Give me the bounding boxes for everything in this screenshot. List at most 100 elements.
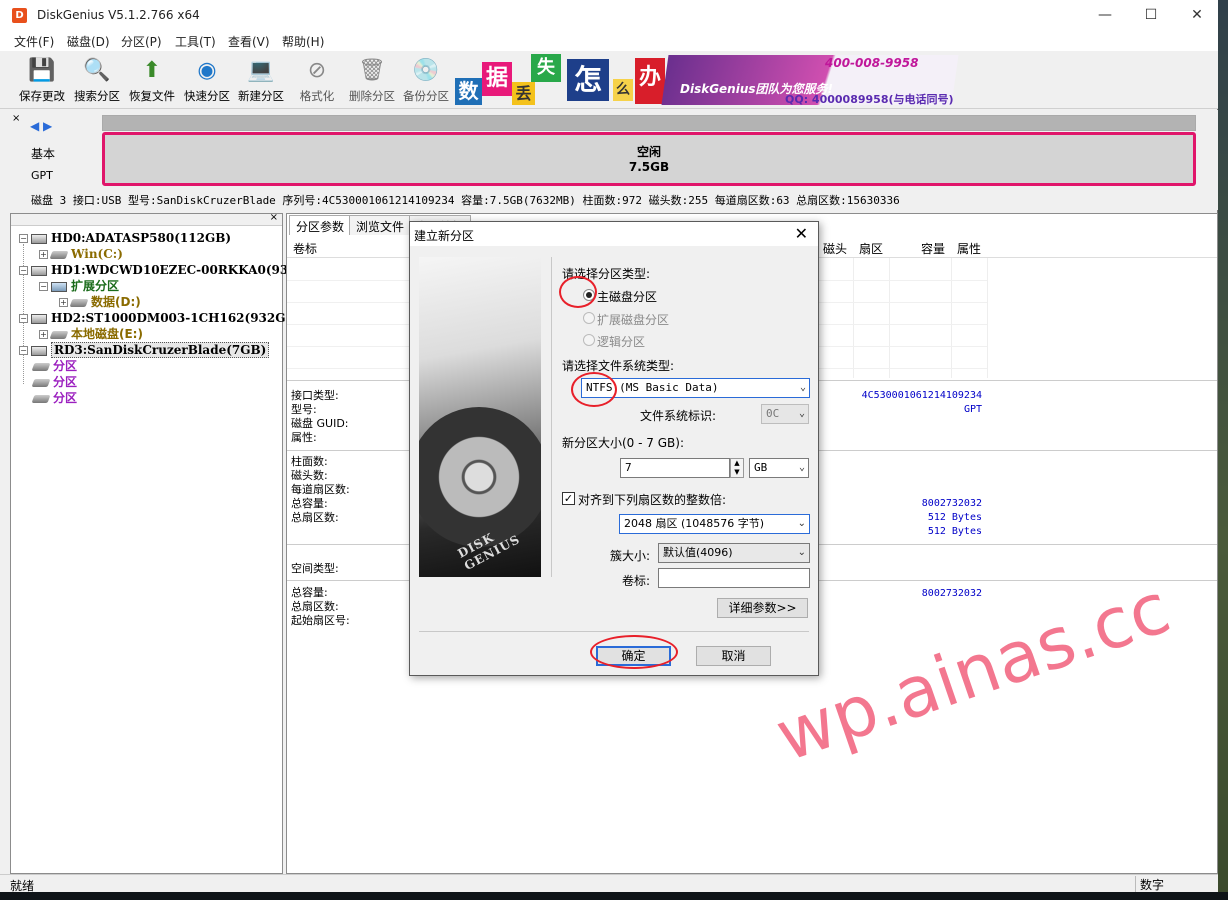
new-partition-laptop-icon: 💻 xyxy=(247,58,275,83)
tab-partition-params[interactable]: 分区参数 xyxy=(289,215,352,235)
partition-icon xyxy=(31,378,51,387)
grid-line xyxy=(987,258,988,378)
extended-partition-label[interactable]: 扩展磁盘分区 xyxy=(597,311,669,328)
tree-node-win-c[interactable]: + Win(C:) xyxy=(39,246,123,262)
save-changes-button[interactable]: 💾 保存更改 xyxy=(15,57,69,109)
removable-disk-icon xyxy=(31,345,47,356)
tree-node-hd2[interactable]: − HD2:ST1000DM003-1CH162(932GB) xyxy=(19,310,301,326)
align-checkbox[interactable]: ✓ xyxy=(562,492,575,505)
grid-line xyxy=(853,258,854,378)
partition-size-label: 新分区大小(0 - 7 GB): xyxy=(562,436,684,450)
dialog-close-button[interactable]: ✕ xyxy=(795,224,808,243)
menu-tools[interactable]: 工具(T) xyxy=(175,33,216,50)
partition-size-spinner[interactable]: ▲ ▼ xyxy=(730,458,744,478)
close-button[interactable]: ✕ xyxy=(1174,0,1220,31)
tree-node-partition[interactable]: 分区 xyxy=(31,374,78,390)
tree-node-partition[interactable]: 分区 xyxy=(31,390,78,406)
collapse-icon[interactable]: − xyxy=(39,282,48,291)
minimize-button[interactable]: — xyxy=(1082,0,1128,31)
format-button[interactable]: ⊘ 格式化 xyxy=(290,57,344,109)
geometry-labels: 柱面数: 磁头数: 每道扇区数: 总容量: 总扇区数: xyxy=(291,455,350,524)
delete-partition-button[interactable]: 🗑 删除分区 xyxy=(345,57,399,109)
radio-logical-partition[interactable] xyxy=(583,334,595,346)
tree-node-hd1[interactable]: − HD1:WDCWD10EZEC-00RKKA0(932GB) xyxy=(19,262,323,278)
cluster-size-select[interactable]: 默认值(4096) ⌄ xyxy=(658,543,810,563)
free-space-label: 空闲 xyxy=(636,145,661,159)
tree-node-partition[interactable]: 分区 xyxy=(31,358,78,374)
chevron-down-icon: ⌄ xyxy=(799,382,806,393)
menu-partition[interactable]: 分区(P) xyxy=(121,33,162,50)
cancel-button[interactable]: 取消 xyxy=(696,646,771,666)
radio-extended-partition[interactable] xyxy=(583,312,595,324)
menu-file[interactable]: 文件(F) xyxy=(14,33,54,50)
menu-disk[interactable]: 磁盘(D) xyxy=(67,33,110,50)
cluster-size-label: 簇大小: xyxy=(610,549,651,563)
tree-close-icon[interactable]: × xyxy=(270,212,278,223)
disk-panel-close-icon[interactable]: × xyxy=(12,113,20,124)
menu-view[interactable]: 查看(V) xyxy=(228,33,270,50)
tree-node-label: 数据(D:) xyxy=(91,295,141,309)
tree-node-label: Win(C:) xyxy=(71,247,123,261)
disk-props-labels: 接口类型: 型号: 磁盘 GUID: 属性: xyxy=(291,389,349,444)
free-space-size: 7.5GB xyxy=(628,160,670,174)
collapse-icon[interactable]: − xyxy=(19,266,28,275)
align-label[interactable]: 对齐到下列扇区数的整数倍: xyxy=(578,491,726,508)
alignment-select[interactable]: 2048 扇区 (1048576 字节) ⌄ xyxy=(619,514,810,534)
desktop-background xyxy=(1218,0,1228,900)
size-unit-select[interactable]: GB ⌄ xyxy=(749,458,809,478)
chevron-down-icon: ⌄ xyxy=(797,518,806,529)
tree-node-extended[interactable]: − 扩展分区 xyxy=(39,278,119,294)
volume-label-input[interactable] xyxy=(658,568,810,588)
tree-node-label: HD0:ADATASP580(112GB) xyxy=(51,231,232,245)
collapse-icon[interactable]: − xyxy=(19,234,28,243)
chevron-down-icon: ⌄ xyxy=(798,462,805,473)
free-space-block[interactable]: 空闲 7.5GB xyxy=(102,132,1196,186)
maximize-button[interactable]: ☐ xyxy=(1128,0,1174,31)
tree-node-rd3[interactable]: − RD3:SanDiskCruzerBlade(7GB) xyxy=(19,342,270,358)
tree-node-label: HD2:ST1000DM003-1CH162(932GB) xyxy=(51,311,302,325)
disk-info-line: 磁盘 3 接口:USB 型号:SanDiskCruzerBlade 序列号:4C… xyxy=(31,194,900,207)
quick-partition-button[interactable]: ◉ 快速分区 xyxy=(180,57,234,109)
disk-nav-arrows-icon[interactable]: ◀ ▶ xyxy=(30,119,52,133)
disk-tree-panel: × − HD0:ADATASP580(112GB) + Win(C:) − HD1:W… xyxy=(10,212,323,874)
hard-disk-icon xyxy=(31,233,47,244)
filesystem-id-select[interactable]: 0C ⌄ xyxy=(761,404,809,424)
partition-icon xyxy=(49,330,69,339)
expand-icon[interactable]: + xyxy=(39,250,48,259)
tree-node-local-e[interactable]: + 本地磁盘(E:) xyxy=(39,326,143,342)
tree-node-hd0[interactable]: − HD0:ADATASP580(112GB) xyxy=(19,230,231,246)
search-partition-button[interactable]: 🔍 搜索分区 xyxy=(70,57,124,109)
title-bar: D DiskGenius V5.1.2.766 x64 — ☐ ✕ xyxy=(0,0,1218,31)
volume-label-label: 卷标: xyxy=(622,574,651,588)
banner-char: 据 xyxy=(482,62,512,96)
collapse-icon[interactable]: − xyxy=(19,314,28,323)
banner-char: 失 xyxy=(531,54,561,82)
banner-char: 办 xyxy=(635,58,665,104)
advertisement-banner[interactable]: 数 据 丢 失 怎 么 办 DiskGenius团队为您服务! 400-008-… xyxy=(455,54,959,106)
tree-node-label: 分区 xyxy=(53,375,78,389)
backup-partition-button[interactable]: 💿 备份分区 xyxy=(399,57,453,109)
tab-browse-files[interactable]: 浏览文件 xyxy=(349,215,412,235)
advanced-params-button[interactable]: 详细参数>> xyxy=(717,598,808,618)
recover-box-icon: ⬆ xyxy=(142,58,162,83)
menu-help[interactable]: 帮助(H) xyxy=(282,33,324,50)
tree-node-label: 分区 xyxy=(53,359,78,373)
chevron-down-icon: ⌄ xyxy=(798,408,805,419)
num-lock-indicator: 数字 xyxy=(1135,876,1175,892)
expand-icon[interactable]: + xyxy=(39,330,48,339)
partition-size-input[interactable]: 7 xyxy=(620,458,730,478)
tree-node-label: 分区 xyxy=(53,391,78,405)
tree-node-label: 扩展分区 xyxy=(71,279,120,293)
extended-partition-icon xyxy=(51,281,67,292)
logical-partition-label[interactable]: 逻辑分区 xyxy=(597,333,645,350)
collapse-icon[interactable]: − xyxy=(19,346,28,355)
grid-line xyxy=(951,258,952,378)
tree-node-data-d[interactable]: + 数据(D:) xyxy=(59,294,141,310)
column-volume: 卷标 xyxy=(293,242,318,256)
new-partition-dialog: 建立新分区 ✕ DISK GENIUS 请选择分区类型: 主磁盘分区 扩展磁盘分… xyxy=(409,221,819,676)
recover-files-button[interactable]: ⬆ 恢复文件 xyxy=(125,57,179,109)
quick-partition-disc-icon: ◉ xyxy=(197,58,217,83)
primary-partition-label[interactable]: 主磁盘分区 xyxy=(597,288,657,305)
expand-icon[interactable]: + xyxy=(59,298,68,307)
new-partition-button[interactable]: 💻 新建分区 xyxy=(234,57,288,109)
